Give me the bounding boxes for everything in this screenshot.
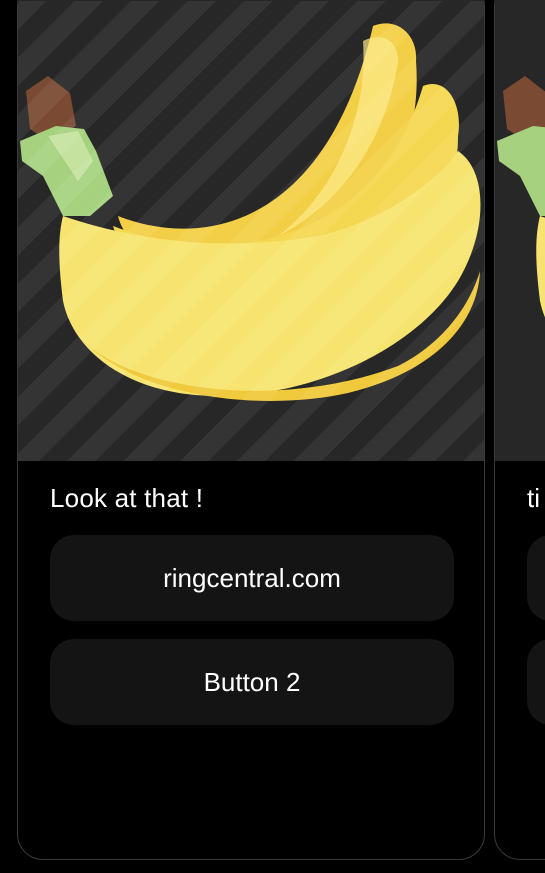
ringcentral-link-button[interactable]: ringcentral.com: [50, 535, 454, 621]
button-2[interactable]: Button 2: [50, 639, 454, 725]
banana-icon: [18, 1, 484, 461]
card-title: Look at that !: [50, 483, 204, 513]
card-button-next-2[interactable]: [527, 639, 545, 725]
rich-card-next[interactable]: ti: [494, 0, 545, 860]
banana-icon: [497, 76, 545, 318]
card-image-next: [495, 0, 545, 461]
card-button-next-1[interactable]: [527, 535, 545, 621]
card-image: [18, 0, 484, 461]
rich-card: Look at that ! ringcentral.com Button 2: [17, 0, 485, 860]
card-title-next: ti: [527, 483, 540, 513]
carousel[interactable]: Look at that ! ringcentral.com Button 2 …: [0, 0, 545, 873]
